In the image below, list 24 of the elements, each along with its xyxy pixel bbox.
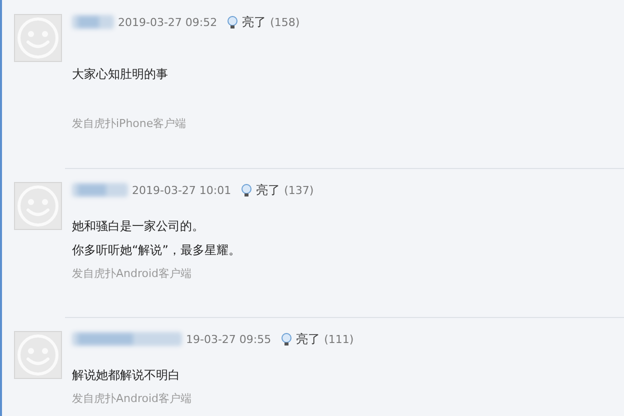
client-source: 发自虎扑Android客户端	[72, 391, 193, 406]
light-count: (158)	[270, 16, 300, 28]
client-source: 发自虎扑Android客户端	[72, 266, 193, 281]
comment-text: 你多听听她“解说”，最多星耀。	[72, 242, 242, 259]
lightbulb-icon[interactable]	[227, 16, 238, 28]
comment-text: 她和骚白是一家公司的。	[72, 218, 205, 235]
avatar-icon	[14, 331, 62, 379]
client-source: 发自虎扑iPhone客户端	[72, 116, 188, 131]
blurred-username-drawing	[72, 183, 128, 197]
light-label[interactable]: 亮了	[242, 14, 266, 30]
avatar-icon	[14, 182, 62, 230]
lightbulb-icon[interactable]	[241, 184, 252, 196]
light-label[interactable]: 亮了	[296, 330, 320, 348]
comment-time: 19-03-27 09:55	[186, 332, 272, 346]
avatar-icon	[14, 14, 62, 62]
light-count: (137)	[284, 184, 314, 196]
lightbulb-icon[interactable]	[281, 332, 292, 346]
light-count: (111)	[324, 332, 354, 346]
comment-time: 2019-03-27 10:01	[132, 184, 232, 196]
blurred-username-drawing	[72, 15, 114, 29]
light-label[interactable]: 亮了	[256, 182, 280, 198]
comment-text: 解说她都解说不明白	[72, 367, 181, 384]
comment-time: 2019-03-27 09:52	[118, 16, 218, 28]
comment-text: 大家心知肚明的事	[72, 66, 169, 83]
